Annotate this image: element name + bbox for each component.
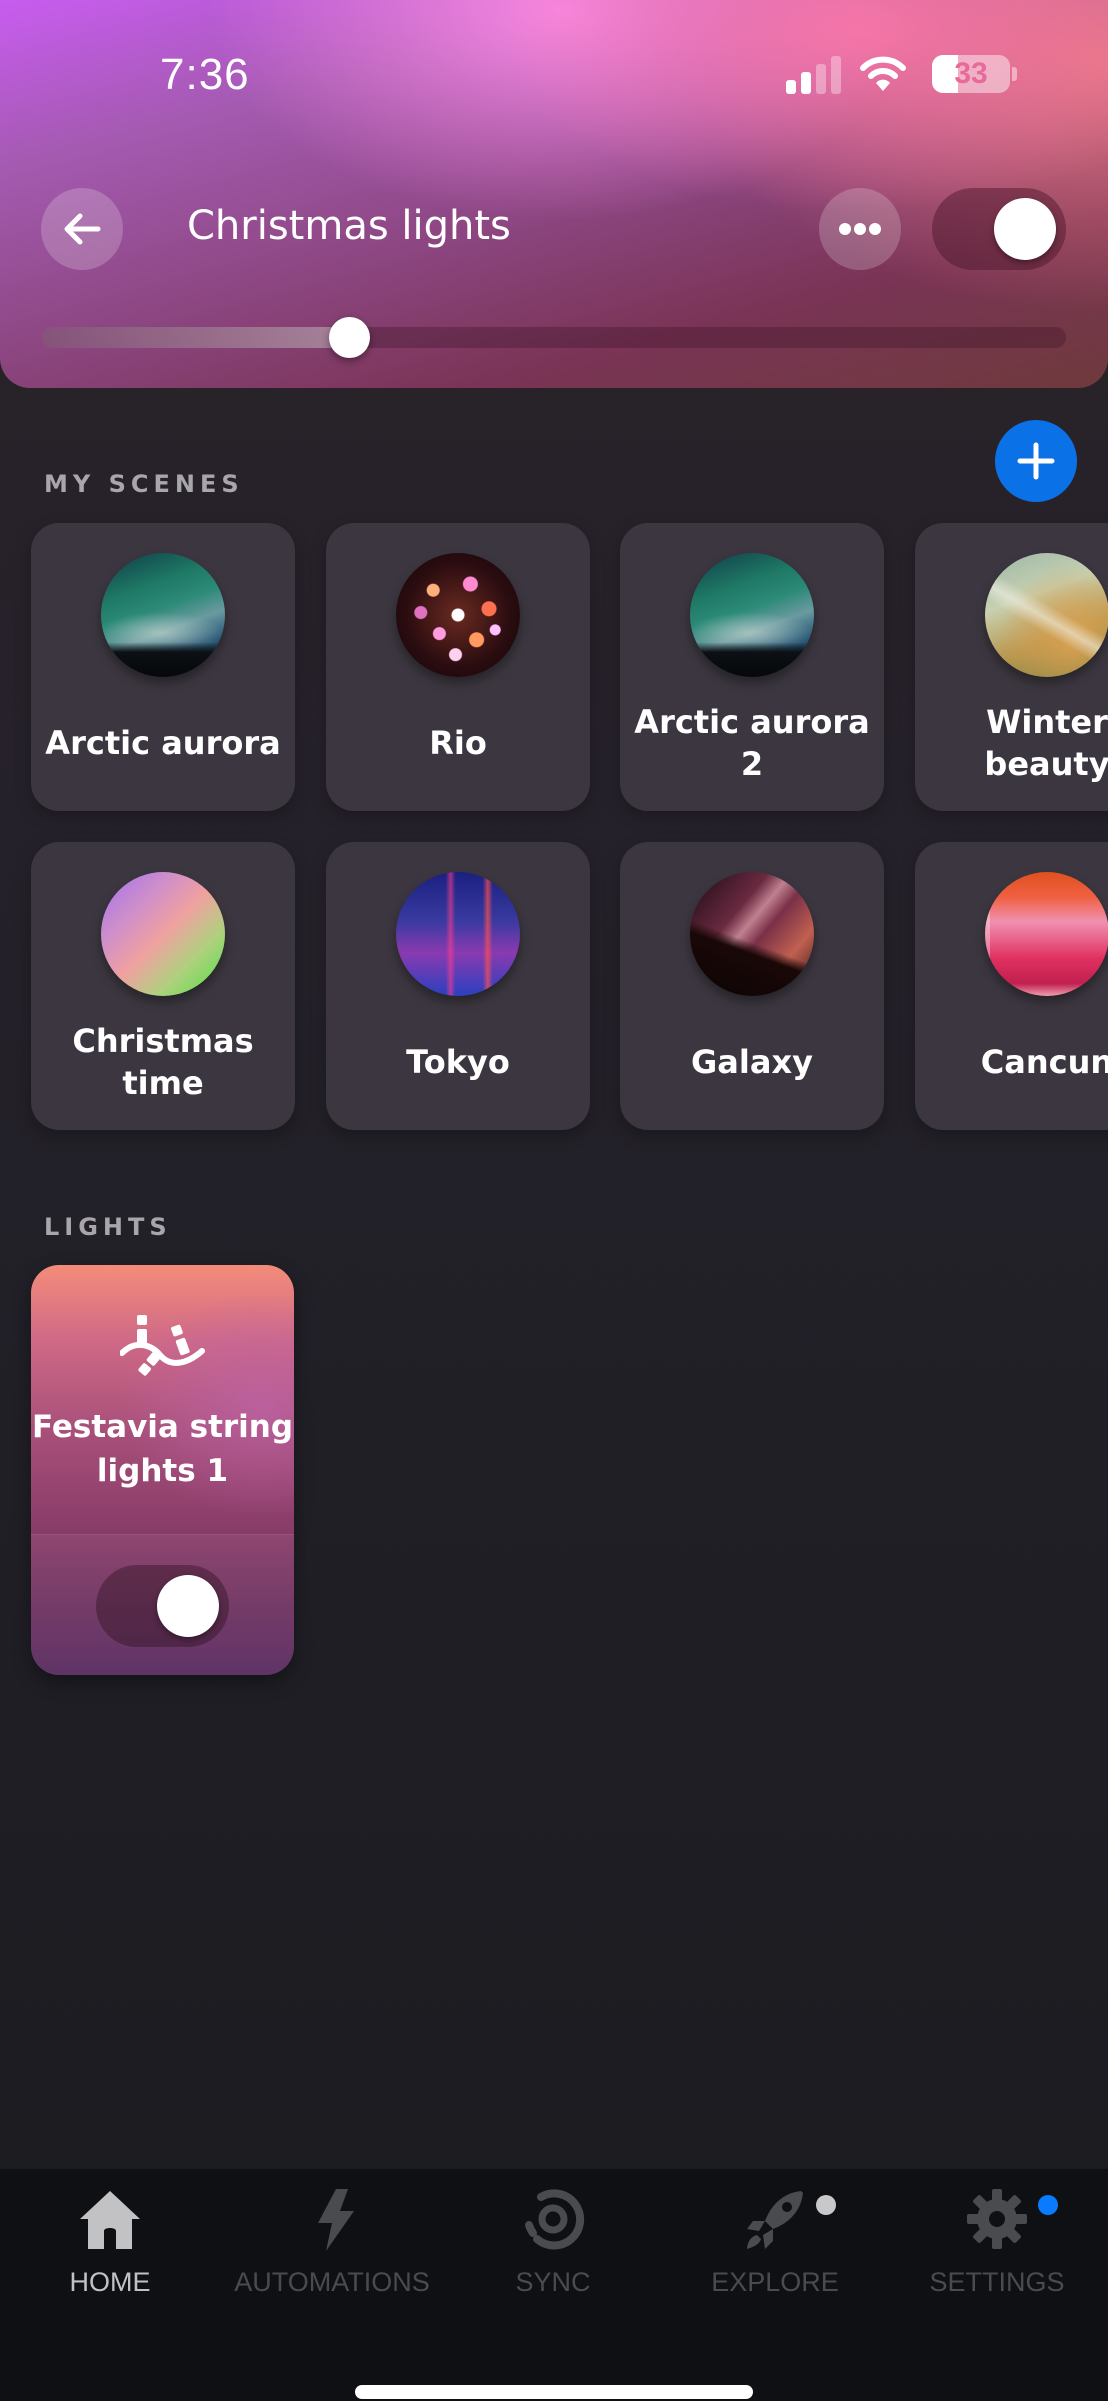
battery-indicator: 33 — [932, 55, 1010, 93]
scene-image — [690, 872, 814, 996]
my-scenes-heading: MY SCENES — [44, 470, 244, 498]
scene-name: Tokyo — [406, 1043, 510, 1081]
nav-label: EXPLORE — [711, 2267, 839, 2297]
string-lights-icon — [120, 1315, 205, 1376]
scene-image — [396, 872, 520, 996]
scene-card[interactable]: Rio — [326, 523, 590, 811]
room-title: Christmas lights — [187, 203, 511, 249]
back-button[interactable] — [41, 188, 123, 270]
scene-name: Cancun — [980, 1043, 1108, 1081]
battery-tip — [1012, 67, 1017, 81]
room-power-toggle[interactable] — [932, 188, 1066, 270]
nav-label: SYNC — [515, 2267, 591, 2297]
nav-settings[interactable]: SETTINGS — [897, 2187, 1097, 2297]
scene-image — [690, 553, 814, 677]
bottom-navigation: HOME AUTOMATIONS SYNC EXPLORE SETTINGS — [0, 2168, 1108, 2401]
scene-image — [101, 872, 225, 996]
scene-image — [101, 553, 225, 677]
battery-level: 33 — [954, 57, 988, 90]
plus-icon — [1017, 442, 1055, 480]
rocket-icon — [747, 2191, 803, 2249]
toggle-knob — [157, 1575, 219, 1637]
wifi-icon — [860, 56, 906, 91]
scene-name: Arctic aurora 2 — [634, 703, 870, 783]
brightness-thumb[interactable] — [329, 317, 371, 358]
scene-card[interactable]: Arctic aurora 2 — [620, 523, 884, 811]
home-icon — [80, 2191, 140, 2249]
room-header: 7:36 33 Christmas lights — [0, 0, 1108, 388]
scene-card[interactable]: Tokyo — [326, 842, 590, 1130]
more-options-button[interactable] — [819, 188, 901, 270]
nav-label: AUTOMATIONS — [234, 2267, 430, 2297]
brightness-slider[interactable] — [42, 317, 1066, 358]
cellular-signal-icon — [786, 56, 842, 94]
home-indicator — [355, 2385, 753, 2399]
nav-home[interactable]: HOME — [10, 2187, 210, 2297]
light-power-toggle[interactable] — [96, 1565, 229, 1647]
settings-badge — [1038, 2195, 1058, 2215]
gear-icon — [967, 2189, 1027, 2249]
scene-card[interactable]: Cancun — [915, 842, 1108, 1130]
scene-name: Winter beauty — [984, 703, 1108, 783]
scene-name: Arctic aurora — [45, 724, 281, 762]
light-name: Festavia string lights 1 — [31, 1409, 294, 1489]
lightning-icon — [318, 2189, 354, 2251]
scene-card[interactable]: Galaxy — [620, 842, 884, 1130]
brightness-fill — [42, 327, 350, 348]
nav-explore[interactable]: EXPLORE — [675, 2187, 875, 2297]
scene-name: Galaxy — [691, 1043, 813, 1081]
scene-image — [985, 553, 1108, 677]
scene-card[interactable]: Winter beauty — [915, 523, 1108, 811]
explore-badge — [816, 2195, 836, 2215]
nav-automations[interactable]: AUTOMATIONS — [232, 2187, 432, 2297]
scene-image — [396, 553, 520, 677]
scene-name: Christmas time — [72, 1022, 254, 1102]
lights-heading: LIGHTS — [44, 1213, 172, 1241]
arrow-left-icon — [64, 213, 101, 245]
sync-icon — [525, 2189, 585, 2250]
add-scene-button[interactable] — [995, 420, 1077, 502]
scene-name: Rio — [429, 724, 487, 762]
scene-card[interactable]: Christmas time — [31, 842, 295, 1130]
ellipsis-icon — [839, 223, 881, 235]
scene-card[interactable]: Arctic aurora — [31, 523, 295, 811]
nav-label: SETTINGS — [929, 2267, 1065, 2297]
light-card[interactable]: Festavia string lights 1 — [31, 1265, 294, 1675]
toggle-knob — [994, 198, 1056, 260]
nav-label: HOME — [69, 2267, 151, 2297]
scene-image — [985, 872, 1108, 996]
nav-sync[interactable]: SYNC — [453, 2187, 653, 2297]
status-time: 7:36 — [160, 50, 250, 99]
